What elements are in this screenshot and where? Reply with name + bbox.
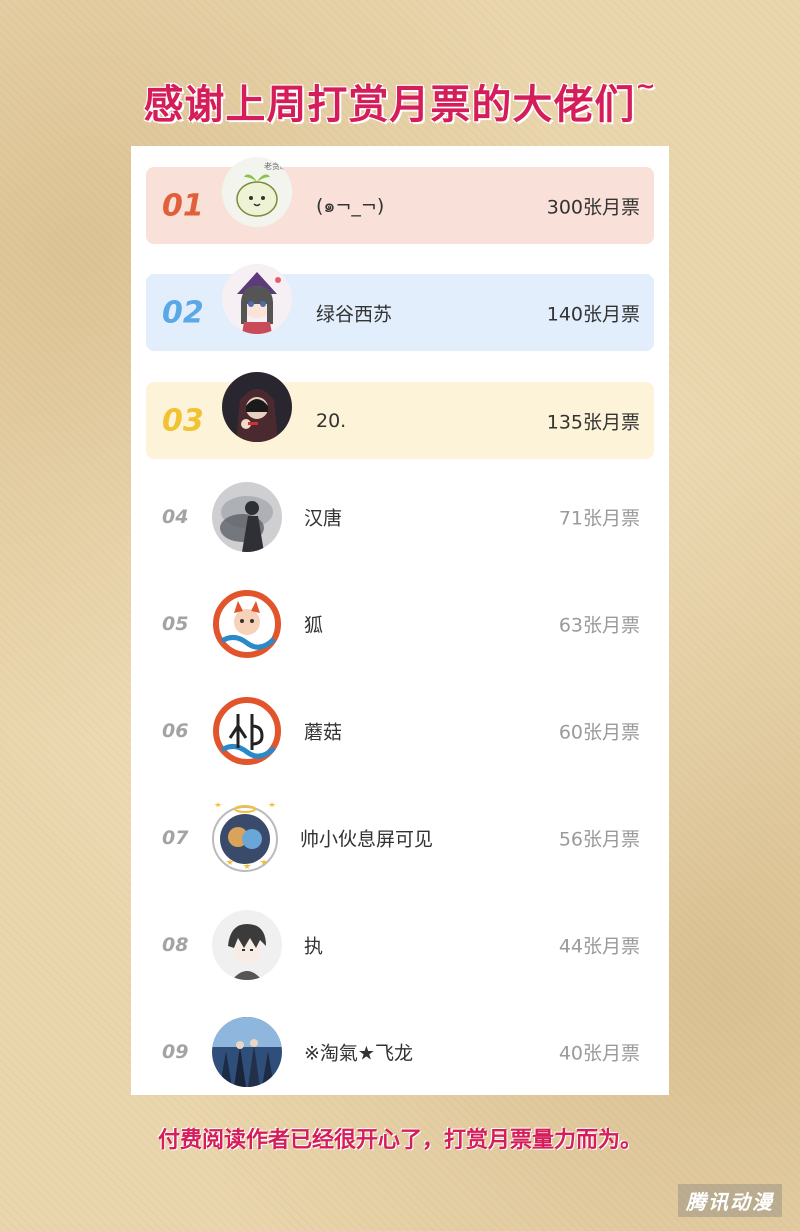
footer-note: 付费阅读作者已经很开心了，打赏月票量力而为。	[157, 1128, 642, 1153]
user-name: 汉唐	[304, 507, 343, 529]
user-avatar[interactable]	[212, 802, 282, 873]
rank-number: 09	[162, 1040, 189, 1063]
user-avatar[interactable]: 老贪眼	[222, 157, 292, 227]
ranking-row-2[interactable]: 02 绿谷西苏 140张月票	[146, 264, 654, 351]
rank-number: 05	[162, 612, 189, 635]
vote-count: 60张月票	[558, 721, 640, 743]
user-name: ※淘氣★飞龙	[304, 1042, 413, 1064]
vote-count: 40张月票	[558, 1042, 640, 1064]
ranking-row-6[interactable]: 06 蘑菇 60张月票	[146, 692, 654, 769]
title-tilde: ~	[635, 72, 657, 100]
vote-count: 63张月票	[558, 614, 640, 636]
rank-number: 08	[162, 933, 189, 956]
user-name: 狐	[304, 614, 324, 636]
ranking-panel: 01 老贪眼 (๑¬_¬) 300张月票 02 绿谷西苏 140张月票 03 2…	[131, 146, 669, 1095]
user-avatar[interactable]	[212, 910, 282, 980]
rank-number: 02	[162, 295, 204, 330]
user-name: 绿谷西苏	[316, 303, 393, 325]
ranking-row-3[interactable]: 03 20. 135张月票	[146, 372, 654, 459]
rank-number: 07	[162, 826, 189, 849]
user-avatar[interactable]	[212, 482, 282, 552]
user-avatar[interactable]	[212, 1017, 282, 1087]
user-avatar[interactable]	[212, 589, 282, 659]
rank-number: 06	[162, 719, 189, 742]
ranking-row-7[interactable]: 07 帅小伙息屏可见 56张月票	[146, 799, 654, 876]
user-name: 20.	[316, 409, 347, 432]
user-avatar[interactable]	[222, 372, 292, 442]
ranking-row-5[interactable]: 05 狐 63张月票	[146, 585, 654, 662]
user-avatar[interactable]	[212, 696, 282, 766]
user-name: 蘑菇	[304, 721, 343, 743]
user-name: (๑¬_¬)	[316, 194, 385, 217]
page-title: 感谢上周打赏月票的大佬们~	[0, 72, 800, 130]
vote-count: 71张月票	[558, 507, 640, 529]
rank-number: 01	[162, 188, 204, 223]
user-name: 执	[304, 935, 324, 957]
avatar-text: 老贪眼	[264, 161, 288, 171]
watermark-logo: 腾讯动漫	[678, 1184, 782, 1217]
ranking-row-9[interactable]: 09 ※淘氣★飞龙 40张月票	[146, 1013, 654, 1090]
ranking-row-8[interactable]: 08 执 44张月票	[146, 906, 654, 983]
user-name: 帅小伙息屏可见	[300, 828, 434, 850]
vote-count: 56张月票	[558, 828, 640, 850]
vote-count: 300张月票	[546, 196, 640, 218]
user-avatar[interactable]	[222, 264, 292, 334]
rank-number: 03	[162, 403, 204, 438]
ranking-row-1[interactable]: 01 老贪眼 (๑¬_¬) 300张月票	[146, 157, 654, 244]
title-text: 感谢上周打赏月票的大佬们	[143, 82, 636, 128]
vote-count: 135张月票	[546, 411, 640, 433]
ranking-row-4[interactable]: 04 汉唐 71张月票	[146, 478, 654, 555]
vote-count: 140张月票	[546, 303, 640, 325]
vote-count: 44张月票	[558, 935, 640, 957]
rank-number: 04	[162, 505, 189, 528]
